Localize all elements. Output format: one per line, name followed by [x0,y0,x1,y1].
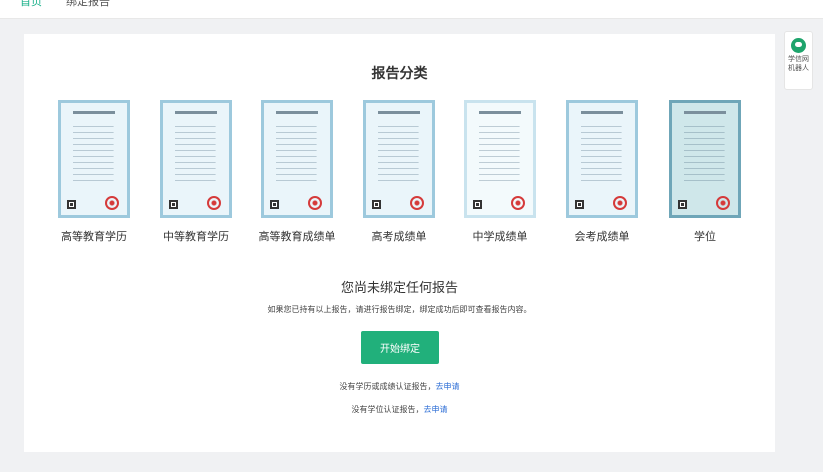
top-nav: 首页 绑定报告 [0,0,823,19]
report-label: 中学成绩单 [472,230,528,243]
qr-code-icon [372,200,381,209]
report-item-secondary-education: 中等教育学历 [145,100,247,244]
certificate-image [261,100,333,218]
qr-code-icon [575,200,584,209]
report-label: 高等教育成绩单 [258,230,336,243]
tab-home[interactable]: 首页 [20,0,42,10]
report-item-middle-school-transcript: 中学成绩单 [449,100,551,244]
red-seal-icon [613,196,627,210]
red-seal-icon [308,196,322,210]
empty-state-title: 您尚未绑定任何报告 [340,281,458,296]
start-binding-button[interactable]: 开始绑定 [361,331,439,364]
qr-code-icon [473,200,482,209]
apply-degree-text: 没有学位认证报告， [351,405,424,414]
qr-code-icon [678,200,687,209]
apply-report-line: 没有学历或成绩认证报告，去申请 [24,381,775,392]
section-title: 报告分类 [371,66,428,82]
qr-code-icon [169,200,178,209]
robot-avatar-icon [791,38,806,53]
red-seal-icon [511,196,525,210]
report-category-list: 高等教育学历 中等教育学历 高等教育成绩单 高考成绩单 中学成绩单 会考成绩单 … [24,100,775,260]
report-label: 会考成绩单 [574,230,630,243]
certificate-image [363,100,435,218]
chat-robot-widget[interactable]: 学信网 机器人 [784,31,813,90]
report-item-degree: 学位 [654,100,756,244]
robot-label-line2: 机器人 [788,64,809,72]
apply-degree-line: 没有学位认证报告，去申请 [24,404,775,415]
red-seal-icon [410,196,424,210]
red-seal-icon [207,196,221,210]
qr-code-icon [67,200,76,209]
empty-state-description: 如果您已持有以上报告，请进行报告绑定，绑定成功后即可查看报告内容。 [267,305,532,314]
apply-degree-link[interactable]: 去申请 [424,405,448,414]
main-card: 报告分类 高等教育学历 中等教育学历 高等教育成绩单 高考成绩单 中学成绩单 会… [24,34,775,452]
certificate-image [58,100,130,218]
report-label: 学位 [694,230,716,243]
robot-label-line1: 学信网 [788,55,809,63]
certificate-image [566,100,638,218]
red-seal-icon [105,196,119,210]
report-label: 中等教育学历 [163,230,229,243]
apply-report-link[interactable]: 去申请 [436,382,460,391]
certificate-image [669,100,741,218]
certificate-image [160,100,232,218]
apply-report-text: 没有学历或成绩认证报告， [339,382,436,391]
report-item-higher-education-transcript: 高等教育成绩单 [246,100,348,244]
report-label: 高等教育学历 [61,230,127,243]
certificate-image [464,100,536,218]
red-seal-icon [716,196,730,210]
tab-bind-report[interactable]: 绑定报告 [66,0,110,10]
report-item-higher-education: 高等教育学历 [43,100,145,244]
report-item-huikao-transcript: 会考成绩单 [551,100,653,244]
qr-code-icon [270,200,279,209]
report-label: 高考成绩单 [371,230,427,243]
report-item-gaokao-transcript: 高考成绩单 [348,100,450,244]
